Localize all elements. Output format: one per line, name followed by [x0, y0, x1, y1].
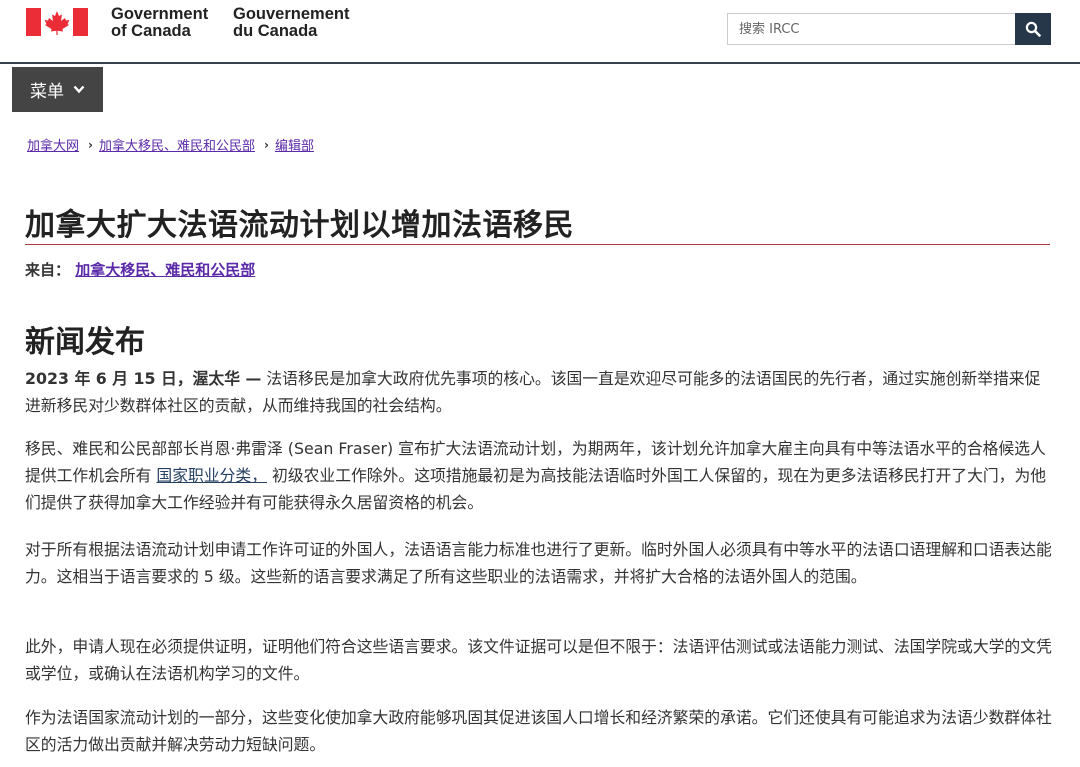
breadcrumb-item-canada[interactable]: 加拿大网 [27, 135, 79, 154]
section-title: 新闻发布 [25, 325, 145, 360]
from-line: 来自： 加拿大移民、难民和公民部 [25, 259, 255, 280]
from-department-link[interactable]: 加拿大移民、难民和公民部 [75, 261, 255, 279]
search-icon [1025, 21, 1041, 37]
menu-label: 菜单 [30, 82, 64, 102]
from-label: 来自： [25, 261, 71, 279]
breadcrumb: 加拿大网 › 加拿大移民、难民和公民部 › 编辑部 [27, 135, 314, 155]
paragraph-4: 此外，申请人现在必须提供证明，证明他们符合这些语言要求。该文件证据可以是但不限于… [25, 637, 1052, 683]
chevron-right-icon: › [263, 137, 269, 152]
menu-button[interactable]: 菜单 [12, 67, 103, 112]
paragraph-1: 2023 年 6 月 15 日，渥太华 — 法语移民是加拿大政府优先事项的核心。… [25, 365, 1055, 419]
government-signature-en[interactable]: Government of Canada [111, 6, 208, 40]
government-signature-fr[interactable]: Gouvernement du Canada [233, 6, 349, 40]
dateline: 2023 年 6 月 15 日，渥太华 — [25, 369, 262, 388]
paragraph-3: 对于所有根据法语流动计划申请工作许可证的外国人，法语语言能力标准也进行了更新。临… [25, 540, 1052, 586]
search-input[interactable] [727, 13, 1015, 45]
noc-link[interactable]: 国家职业分类， [156, 466, 267, 485]
paragraph-2: 移民、难民和公民部部长肖恩·弗雷泽 (Sean Fraser) 宣布扩大法语流动… [25, 435, 1055, 516]
site-header: Government of Canada Gouvernement du Can… [0, 0, 1080, 64]
paragraph-5: 作为法语国家流动计划的一部分，这些变化使加拿大政府能够巩固其促进该国人口增长和经… [25, 708, 1052, 754]
breadcrumb-item-ircc[interactable]: 加拿大移民、难民和公民部 [99, 135, 255, 154]
chevron-right-icon: › [88, 137, 93, 152]
chevron-down-icon [73, 85, 85, 94]
breadcrumb-item-newsroom[interactable]: 编辑部 [275, 135, 314, 154]
page-title: 加拿大扩大法语流动计划以增加法语移民 [25, 208, 574, 243]
canada-flag-icon[interactable] [26, 8, 88, 36]
title-divider [25, 244, 1050, 245]
search-button[interactable] [1015, 13, 1051, 45]
